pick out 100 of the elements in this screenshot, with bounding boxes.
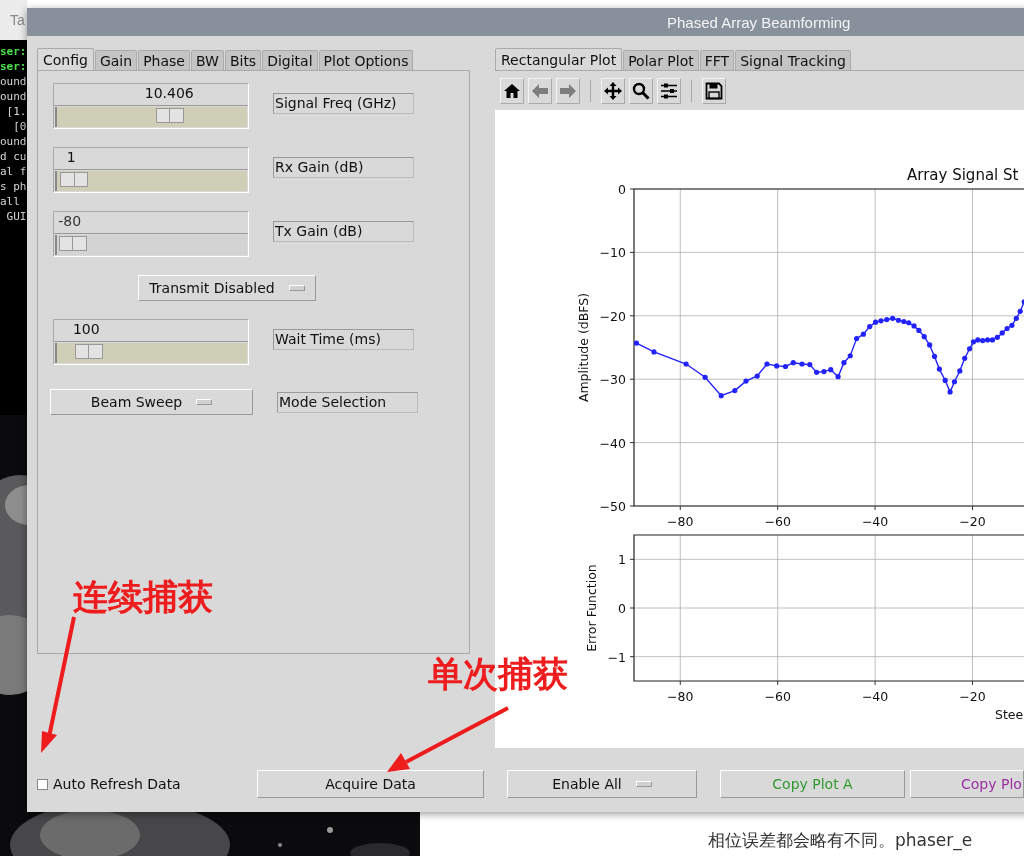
- tab[interactable]: Bits: [224, 50, 262, 70]
- tab[interactable]: Phase: [138, 50, 190, 70]
- slider[interactable]: 100: [53, 319, 249, 365]
- slider[interactable]: 1: [53, 147, 249, 193]
- tick-label: 1: [618, 552, 626, 568]
- tick-label: −80: [667, 689, 694, 704]
- left-arrow-icon: [531, 82, 549, 100]
- toolbar-button[interactable]: [629, 78, 653, 104]
- right-arrow-icon: [559, 82, 577, 100]
- tick-label: −1: [607, 649, 626, 665]
- search-icon: [632, 82, 650, 100]
- data-point: [799, 361, 805, 367]
- terminal-line: al f: [0, 164, 27, 179]
- tab[interactable]: Rectangular Plot: [495, 48, 623, 70]
- tick-label: 0: [618, 601, 626, 616]
- data-point: [651, 349, 657, 355]
- tick-label: −30: [599, 372, 626, 388]
- tick-label: −10: [599, 245, 626, 261]
- dropdown-indicator-icon: [288, 285, 305, 291]
- terminal-line: ound: [0, 89, 27, 104]
- tick-label: −20: [959, 514, 986, 528]
- data-point: [951, 379, 958, 385]
- copy-button[interactable]: Copy Plo: [910, 770, 1024, 798]
- tab[interactable]: Config: [37, 48, 94, 70]
- tab-label: Ta: [10, 12, 25, 28]
- data-point: [931, 353, 938, 359]
- field-label: Tx Gain (dB): [273, 221, 414, 242]
- toolbar-button[interactable]: [702, 78, 726, 104]
- slider-value: -80: [58, 213, 82, 229]
- data-point: [633, 340, 640, 346]
- tick-label: −60: [764, 689, 791, 704]
- save-icon: [705, 82, 723, 100]
- axis-label: Amplitude (dBFS): [576, 292, 591, 403]
- home-icon: [503, 82, 521, 100]
- data-point: [732, 388, 738, 394]
- tab[interactable]: Gain: [94, 50, 138, 70]
- data-point: [936, 366, 942, 372]
- data-point: [957, 368, 963, 374]
- terminal-line: [1.: [5, 104, 27, 119]
- terminal-line: [0: [12, 119, 27, 134]
- data-point: [683, 361, 689, 367]
- tab[interactable]: Polar Plot: [623, 50, 699, 70]
- data-point: [743, 378, 749, 384]
- data-point: [764, 361, 770, 367]
- axis-label: Stee: [995, 707, 1024, 722]
- field-label: Signal Freq (GHz): [273, 93, 414, 114]
- tick-label: −50: [599, 499, 626, 514]
- tab[interactable]: Signal Tracking: [735, 50, 851, 70]
- slider-value: 1: [66, 149, 76, 165]
- terminal-line: ound: [0, 74, 27, 89]
- slider-thumb[interactable]: [60, 172, 89, 187]
- slider-value: 100: [72, 321, 100, 337]
- data-point: [927, 342, 933, 348]
- tab[interactable]: Digital: [262, 50, 318, 70]
- dropdown[interactable]: Beam Sweep: [50, 389, 253, 415]
- move-icon: [604, 82, 622, 100]
- window-title: Phased Array Beamforming: [667, 13, 851, 31]
- data-point: [942, 377, 948, 384]
- tab[interactable]: BW: [190, 50, 224, 70]
- dropdown[interactable]: Transmit Disabled: [138, 275, 316, 301]
- tick-label: −80: [667, 514, 694, 528]
- data-point: [962, 355, 968, 361]
- data-point: [774, 363, 780, 369]
- terminal-line: ser:: [0, 59, 27, 74]
- tick-label: −20: [959, 689, 986, 704]
- tab[interactable]: Plot Options: [318, 50, 414, 70]
- dropdown[interactable]: Enable All: [507, 770, 697, 798]
- data-point: [947, 389, 953, 395]
- terminal-line: ound: [0, 134, 27, 149]
- acquire-button[interactable]: Acquire Data: [257, 770, 484, 798]
- checkbox-label: Auto Refresh Data: [53, 776, 181, 792]
- terminal-line: d cu: [0, 149, 27, 164]
- annotation-text: 单次捕获: [428, 653, 568, 696]
- tick-label: −40: [861, 689, 889, 704]
- tick-label: −40: [861, 514, 889, 528]
- tick-label: −40: [599, 435, 626, 451]
- slider-thumb[interactable]: [155, 108, 184, 123]
- dropdown-indicator-icon: [196, 399, 213, 405]
- tick-label: 0: [618, 182, 626, 197]
- tick-label: −20: [599, 308, 626, 324]
- terminal-line: s ph: [0, 179, 27, 194]
- toolbar-button[interactable]: [657, 78, 681, 104]
- page-text: 相位误差都会略有不同。phaser_e: [708, 829, 973, 852]
- tick-label: −60: [764, 514, 791, 528]
- terminal-line: all: [0, 194, 21, 209]
- annotation-text: 连续捕获: [73, 576, 213, 619]
- data-point: [754, 373, 760, 379]
- sliders-icon: [660, 82, 678, 100]
- toolbar-button[interactable]: [500, 78, 524, 104]
- tab[interactable]: FFT: [699, 50, 735, 70]
- terminal-line: ser:: [0, 44, 27, 59]
- checkbox[interactable]: [37, 778, 48, 790]
- field-label: Wait Time (ms): [273, 329, 414, 350]
- chart-title: Array Signal St: [907, 166, 1019, 184]
- slider[interactable]: 10.406: [53, 83, 249, 129]
- data-point: [702, 374, 708, 380]
- toolbar-button[interactable]: [601, 78, 625, 104]
- data-point: [1021, 299, 1024, 305]
- slider-thumb[interactable]: [74, 344, 103, 359]
- terminal-line: GUI: [5, 209, 27, 224]
